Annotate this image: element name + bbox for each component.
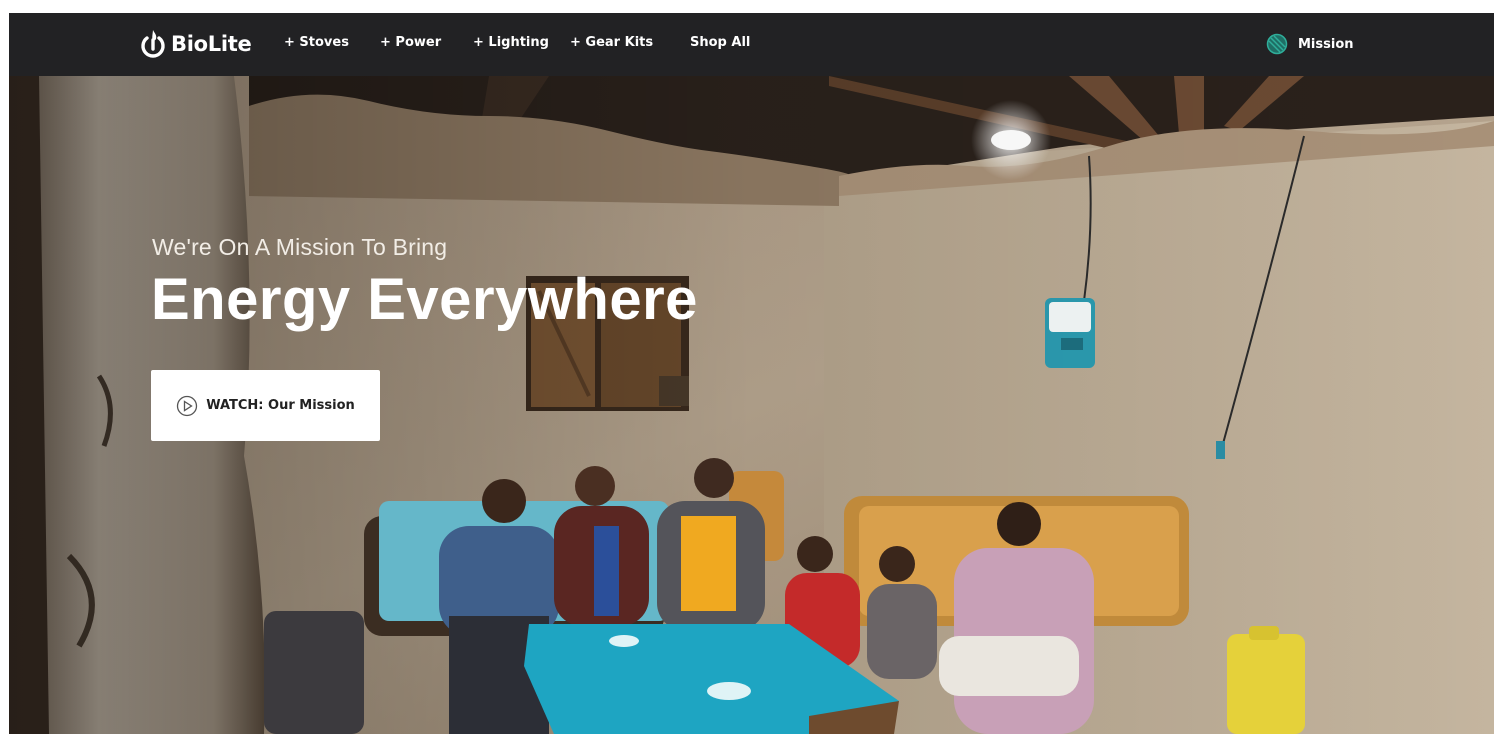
logo-text: BioLite: [171, 32, 252, 56]
hero-headline: Energy Everywhere: [151, 267, 698, 332]
watch-mission-button[interactable]: WATCH: Our Mission: [151, 370, 380, 441]
top-navbar: BioLite + Stoves + Power + Lighting + Ge…: [9, 13, 1494, 76]
biolite-logo[interactable]: BioLite: [140, 26, 252, 62]
hero-banner: We're On A Mission To Bring Energy Every…: [9, 76, 1494, 734]
nav-mission[interactable]: Mission: [1266, 33, 1354, 55]
nav-power[interactable]: + Power: [380, 35, 441, 50]
play-circle-icon: [177, 395, 198, 416]
nav-lighting[interactable]: + Lighting: [473, 35, 549, 50]
mission-label: Mission: [1298, 36, 1354, 52]
page-frame: BioLite + Stoves + Power + Lighting + Ge…: [9, 13, 1494, 734]
nav-shop-all[interactable]: Shop All: [690, 35, 750, 50]
watch-mission-label: WATCH: Our Mission: [206, 398, 355, 413]
hero-kicker: We're On A Mission To Bring: [152, 234, 448, 260]
nav-stoves[interactable]: + Stoves: [284, 35, 349, 50]
globe-icon: [1266, 33, 1288, 55]
nav-gear-kits[interactable]: + Gear Kits: [570, 35, 653, 50]
flame-power-icon: [141, 30, 165, 58]
